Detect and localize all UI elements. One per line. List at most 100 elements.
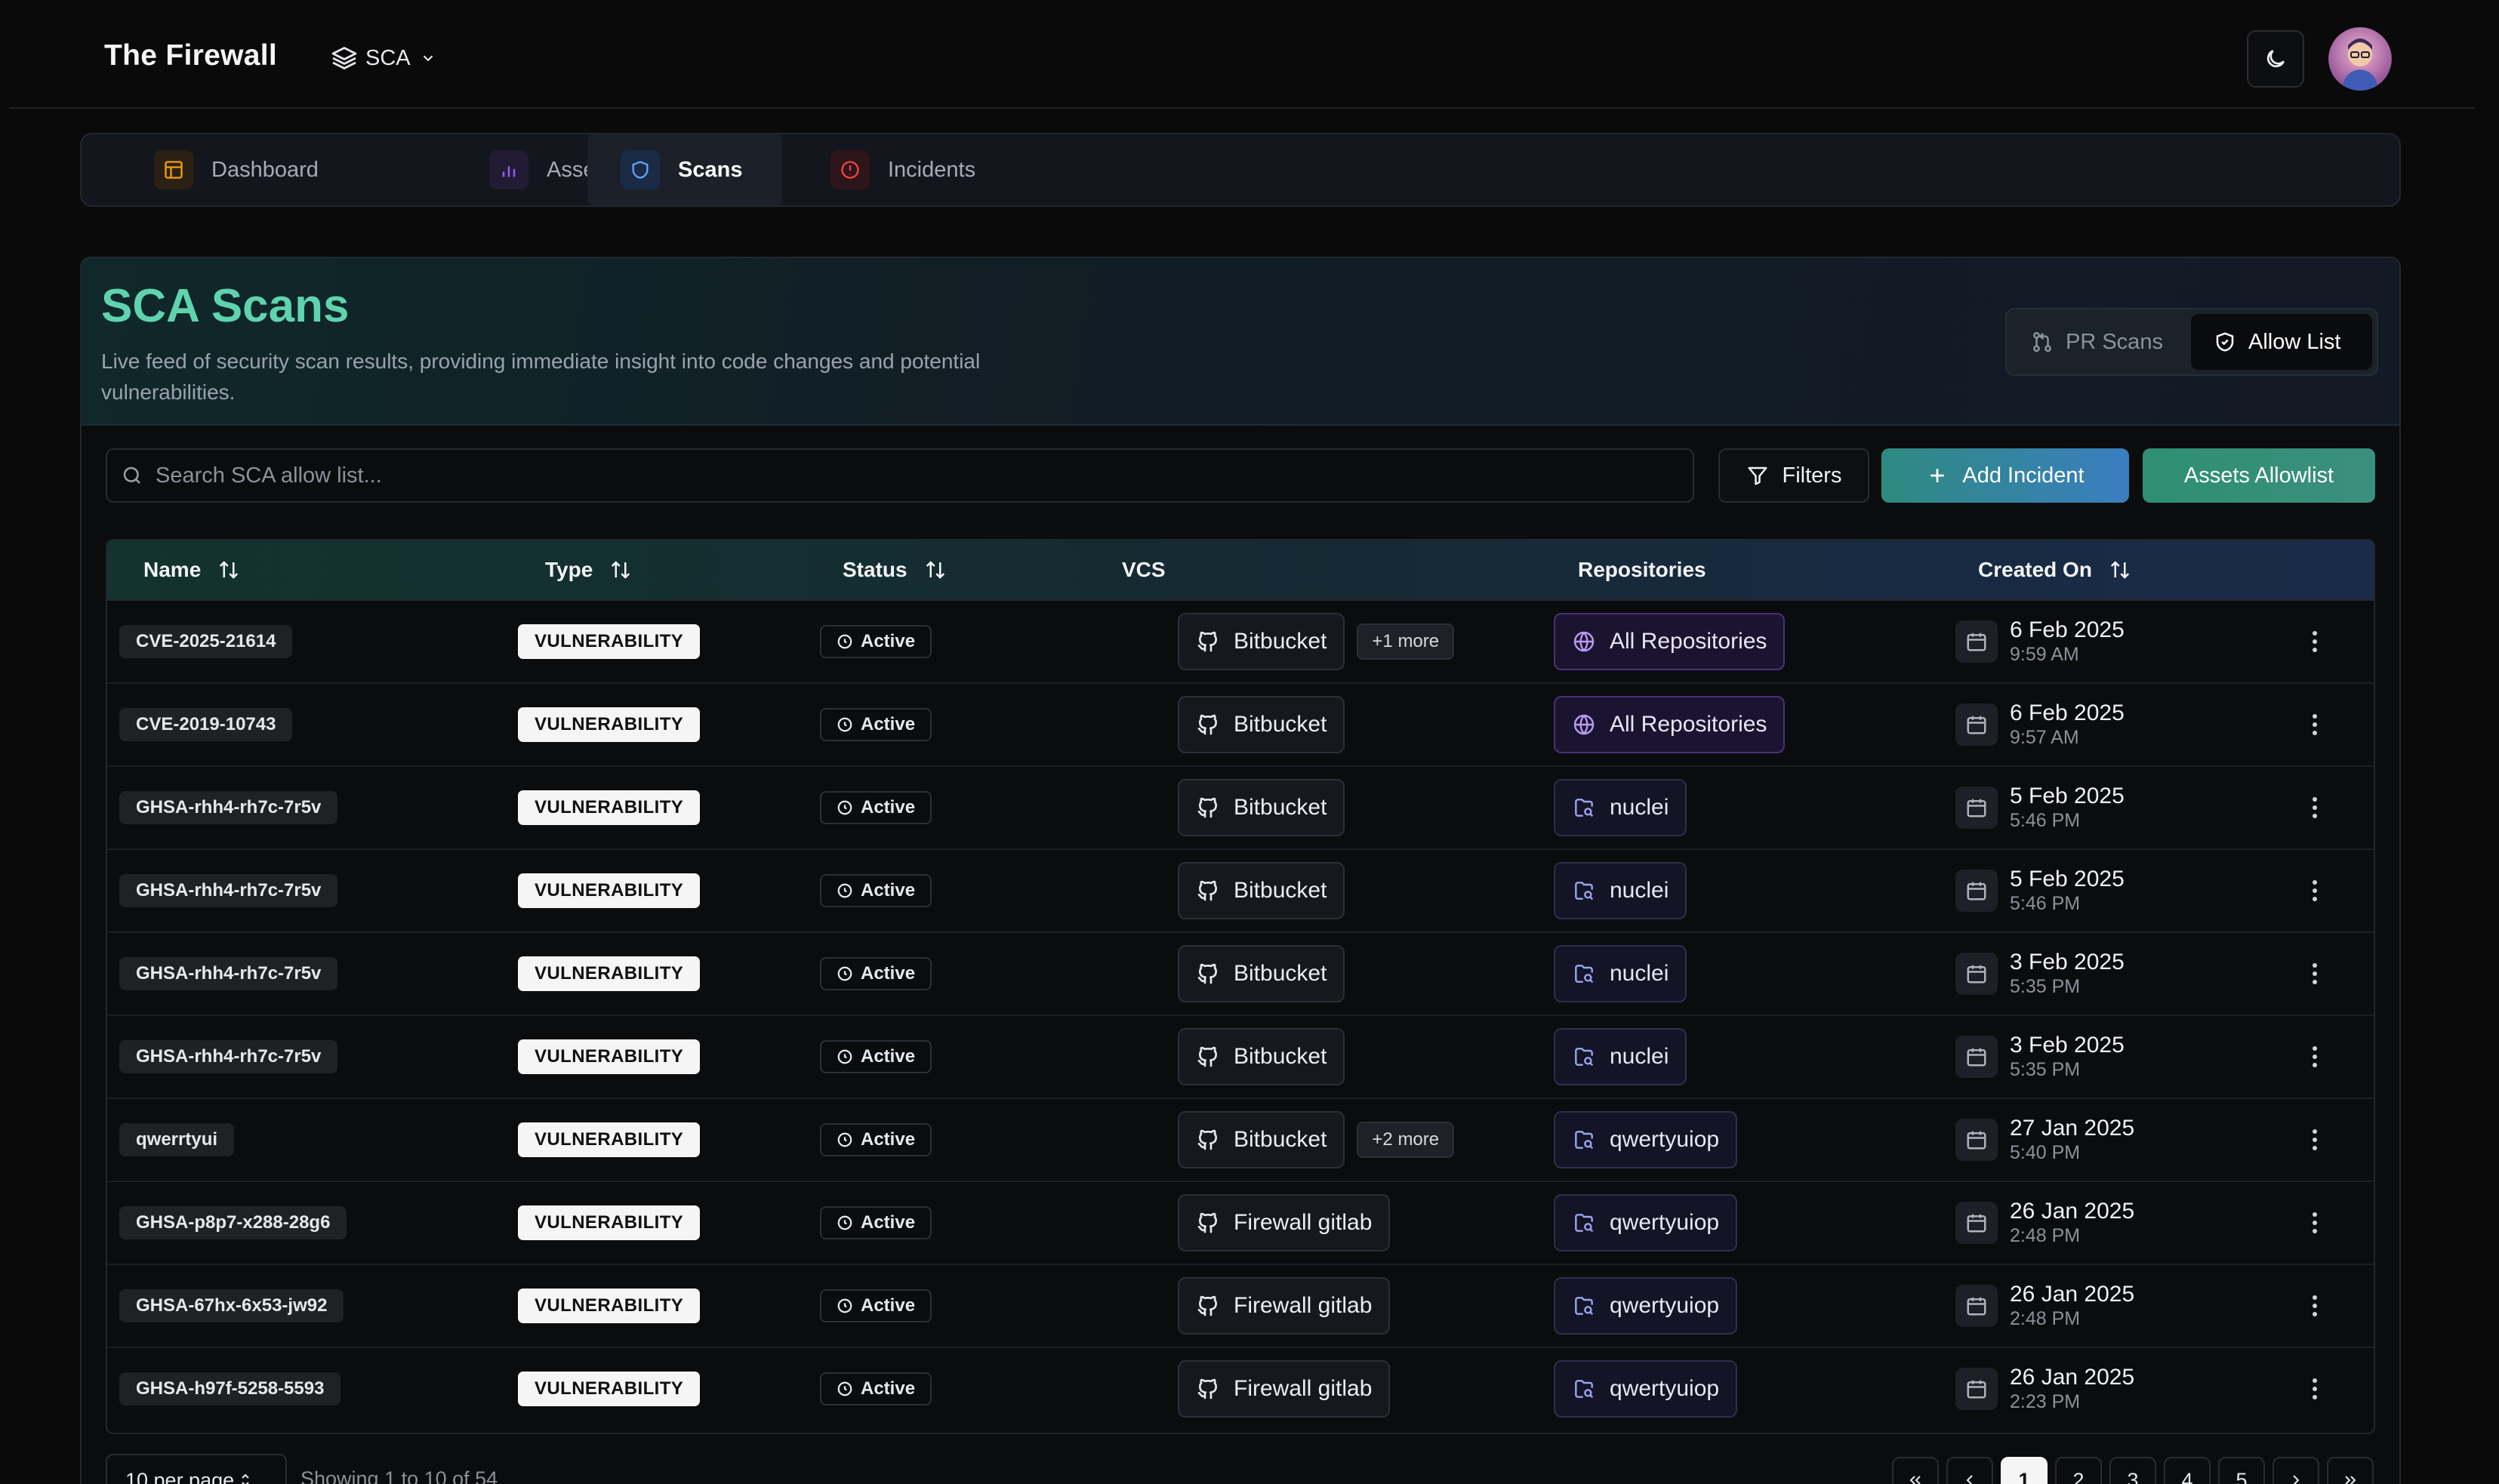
per-page-select[interactable]: 10 per page (106, 1454, 287, 1484)
assets-allowlist-button[interactable]: Assets Allowlist (2143, 448, 2375, 503)
more-vertical-icon (2311, 1128, 2319, 1152)
git-icon (1196, 1045, 1220, 1069)
vcs-badge[interactable]: Bitbucket (1178, 862, 1345, 919)
vcs-badge[interactable]: Firewall gitlab (1178, 1360, 1391, 1418)
column-repositories: Repositories (1578, 540, 1706, 599)
created-time: 2:48 PM (2010, 1308, 2081, 1329)
repository-badge[interactable]: qwertyuiop (1554, 1111, 1738, 1168)
vcs-badge[interactable]: Bitbucket (1178, 1111, 1345, 1168)
repository-badge[interactable]: qwertyuiop (1554, 1277, 1738, 1335)
repository-badge[interactable]: nuclei (1554, 779, 1687, 836)
search-box[interactable] (106, 448, 1694, 503)
next-page-button[interactable] (2273, 1457, 2319, 1484)
status-label: Active (861, 631, 916, 651)
alert-circle-icon (830, 150, 870, 189)
type-badge: VULNERABILITY (518, 790, 701, 825)
vcs-badge[interactable]: Bitbucket (1178, 696, 1345, 753)
clock-icon (837, 965, 853, 982)
row-actions-button[interactable] (2298, 1099, 2331, 1181)
tab-scans[interactable]: Scans (587, 134, 782, 205)
tab-dashboard[interactable]: Dashboard (121, 134, 352, 205)
repository-badge[interactable]: nuclei (1554, 1028, 1687, 1085)
theme-toggle-button[interactable] (2247, 30, 2304, 88)
vcs-badge[interactable]: Bitbucket (1178, 613, 1345, 670)
tab-label: Dashboard (211, 157, 319, 182)
search-input[interactable] (156, 463, 1693, 488)
table-row[interactable]: GHSA-rhh4-rh7c-7r5v VULNERABILITY Active… (107, 767, 2374, 850)
page-1-button[interactable]: 1 (2001, 1457, 2048, 1484)
repository-label: nuclei (1610, 795, 1669, 820)
row-actions-button[interactable] (2298, 684, 2331, 765)
created-on: 26 Jan 2025 2:48 PM (2010, 1199, 2134, 1247)
status-label: Active (861, 880, 916, 901)
table-row[interactable]: GHSA-p8p7-x288-28g6 VULNERABILITY Active… (107, 1182, 2374, 1265)
repository-badge[interactable]: All Repositories (1554, 613, 1786, 670)
vcs-badge[interactable]: Bitbucket (1178, 779, 1345, 836)
created-time: 5:40 PM (2010, 1142, 2081, 1163)
folder-search-icon (1572, 962, 1596, 986)
allow-list-button[interactable]: Allow List (2191, 314, 2372, 370)
tab-incidents[interactable]: Incidents (797, 134, 1009, 205)
row-actions-button[interactable] (2298, 850, 2331, 931)
repository-badge[interactable]: qwertyuiop (1554, 1360, 1738, 1418)
vcs-badge[interactable]: Bitbucket (1178, 945, 1345, 1002)
column-name[interactable]: Name (143, 540, 240, 599)
page-5-button[interactable]: 5 (2218, 1457, 2265, 1484)
table-row[interactable]: GHSA-rhh4-rh7c-7r5v VULNERABILITY Active… (107, 933, 2374, 1016)
column-status[interactable]: Status (843, 540, 947, 599)
column-label: Status (843, 558, 907, 581)
pr-scans-button[interactable]: PR Scans (2031, 314, 2163, 370)
row-actions-button[interactable] (2298, 933, 2331, 1014)
prev-page-button[interactable] (1946, 1457, 1993, 1484)
vcs-label: Bitbucket (1234, 1127, 1327, 1152)
page-3-button[interactable]: 3 (2109, 1457, 2156, 1484)
table-row[interactable]: GHSA-h97f-5258-5593 VULNERABILITY Active… (107, 1348, 2374, 1431)
row-actions-button[interactable] (2298, 1182, 2331, 1264)
vcs-badge[interactable]: Firewall gitlab (1178, 1194, 1391, 1252)
chevron-right-icon (2287, 1471, 2305, 1484)
created-date: 5 Feb 2025 (2010, 867, 2125, 891)
module-label: SCA (365, 45, 411, 70)
status-badge: Active (820, 1123, 932, 1156)
more-vertical-icon (2311, 1211, 2319, 1235)
more-vcs-badge[interactable]: +2 more (1357, 1122, 1455, 1158)
vcs-badge[interactable]: Firewall gitlab (1178, 1277, 1391, 1335)
column-vcs: VCS (1122, 540, 1166, 599)
calendar-icon (1955, 1036, 1998, 1078)
repository-badge[interactable]: nuclei (1554, 862, 1687, 919)
row-actions-button[interactable] (2298, 601, 2331, 682)
row-actions-button[interactable] (2298, 767, 2331, 848)
vcs-badge[interactable]: Bitbucket (1178, 1028, 1345, 1085)
table-row[interactable]: GHSA-rhh4-rh7c-7r5v VULNERABILITY Active… (107, 1016, 2374, 1099)
row-actions-button[interactable] (2298, 1016, 2331, 1098)
page-4-button[interactable]: 4 (2164, 1457, 2211, 1484)
table-row[interactable]: CVE-2025-21614 VULNERABILITY Active Bitb… (107, 601, 2374, 684)
table-row[interactable]: GHSA-rhh4-rh7c-7r5v VULNERABILITY Active… (107, 850, 2374, 933)
column-type[interactable]: Type (545, 540, 632, 599)
last-page-button[interactable] (2327, 1457, 2374, 1484)
table-row[interactable]: GHSA-67hx-6x53-jw92 VULNERABILITY Active… (107, 1265, 2374, 1348)
repository-badge[interactable]: qwertyuiop (1554, 1194, 1738, 1252)
avatar[interactable] (2328, 27, 2392, 91)
page-2-button[interactable]: 2 (2055, 1457, 2102, 1484)
repository-badge[interactable]: All Repositories (1554, 696, 1786, 753)
module-switcher[interactable]: SCA (331, 38, 436, 79)
table-row[interactable]: qwerrtyui VULNERABILITY Active Bitbucket… (107, 1099, 2374, 1182)
first-page-button[interactable] (1892, 1457, 1939, 1484)
assets-allowlist-label: Assets Allowlist (2183, 463, 2334, 488)
more-vcs-badge[interactable]: +1 more (1357, 623, 1455, 660)
created-date: 5 Feb 2025 (2010, 784, 2125, 808)
row-actions-button[interactable] (2298, 1265, 2331, 1347)
row-actions-button[interactable] (2298, 1348, 2331, 1430)
calendar-icon (1955, 1202, 1998, 1244)
main-nav: Dashboard Assets Scans Incidents (80, 133, 2401, 207)
table-row[interactable]: CVE-2019-10743 VULNERABILITY Active Bitb… (107, 684, 2374, 767)
layout-icon (154, 150, 193, 189)
column-created-on[interactable]: Created On (1978, 540, 2131, 599)
filters-button[interactable]: Filters (1718, 448, 1869, 503)
advisory-id: GHSA-p8p7-x288-28g6 (119, 1206, 347, 1239)
page-header: SCA Scans Live feed of security scan res… (82, 258, 2399, 426)
repository-label: All Repositories (1610, 629, 1767, 654)
repository-badge[interactable]: nuclei (1554, 945, 1687, 1002)
add-incident-button[interactable]: Add Incident (1881, 448, 2129, 503)
